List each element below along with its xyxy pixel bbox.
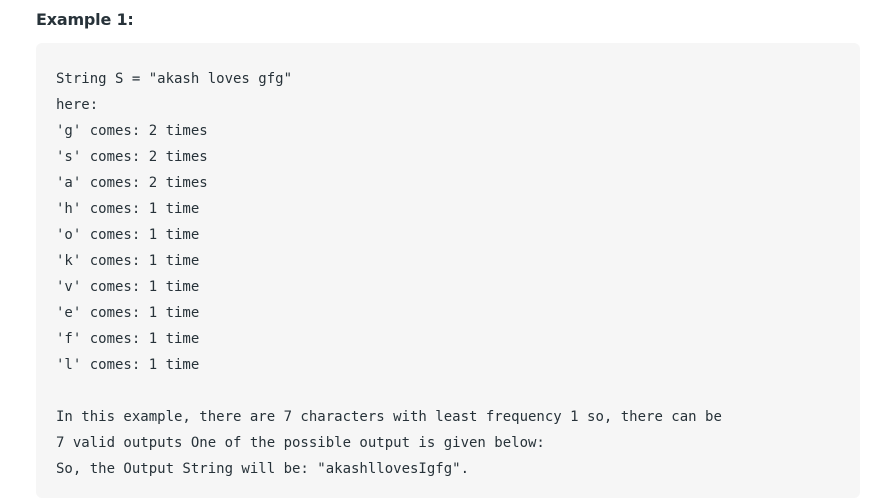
code-line: 'l' comes: 1 time bbox=[56, 357, 200, 373]
code-line: 'g' comes: 2 times bbox=[56, 123, 208, 139]
example-heading: Example 1: bbox=[36, 10, 134, 29]
code-line: In this example, there are 7 characters … bbox=[56, 409, 722, 425]
code-line: 's' comes: 2 times bbox=[56, 149, 208, 165]
code-line: here: bbox=[56, 97, 99, 113]
code-line: 'k' comes: 1 time bbox=[56, 253, 200, 269]
code-block: String S = "akash loves gfg" here: 'g' c… bbox=[36, 43, 860, 498]
code-line: So, the Output String will be: "akashllo… bbox=[56, 461, 470, 477]
code-line: 'h' comes: 1 time bbox=[56, 201, 200, 217]
code-line: 'v' comes: 1 time bbox=[56, 279, 200, 295]
code-line: 'e' comes: 1 time bbox=[56, 305, 200, 321]
code-line: 7 valid outputs One of the possible outp… bbox=[56, 435, 545, 451]
code-line: 'o' comes: 1 time bbox=[56, 227, 200, 243]
code-line: String S = "akash loves gfg" bbox=[56, 71, 293, 87]
code-line: 'a' comes: 2 times bbox=[56, 175, 208, 191]
code-line: 'f' comes: 1 time bbox=[56, 331, 200, 347]
